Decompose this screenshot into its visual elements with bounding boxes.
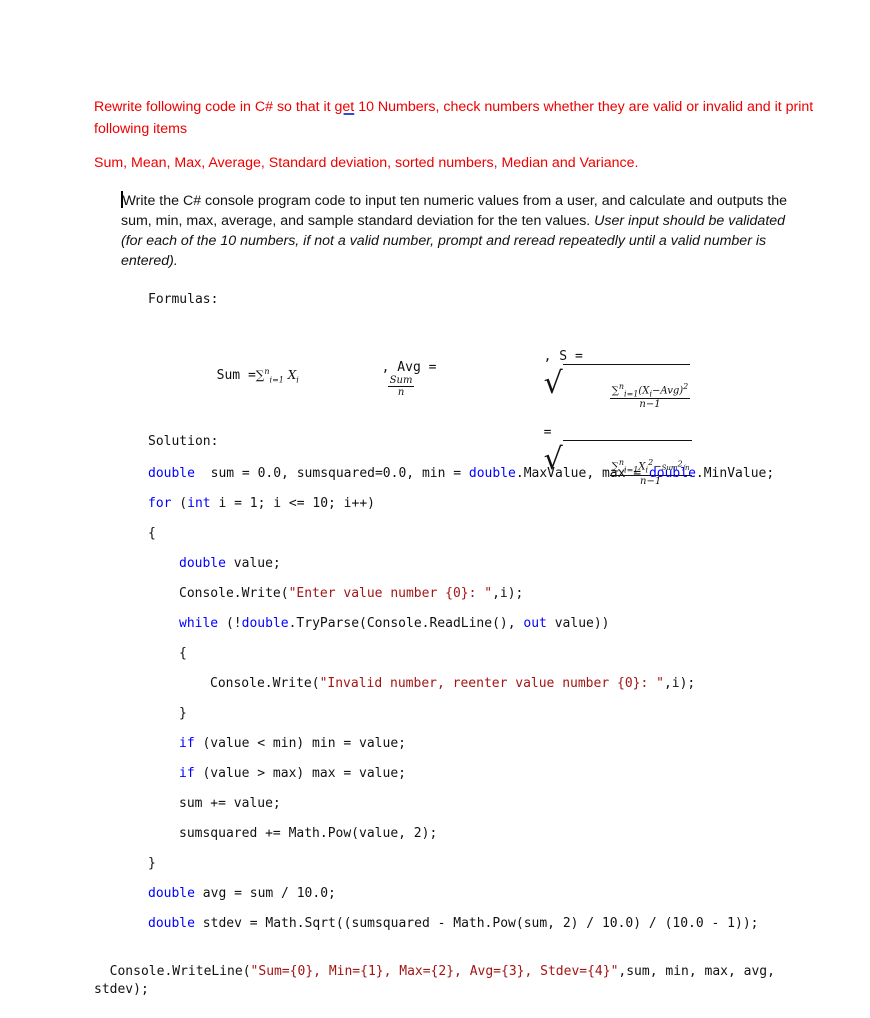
stdev-denominator-1: n−1 xyxy=(639,399,661,411)
avg-label: , Avg = xyxy=(381,360,437,375)
equals-sign: = xyxy=(543,425,552,441)
code-text: value)) xyxy=(546,616,610,631)
code-keyword: out xyxy=(523,616,547,631)
stdev-numerator-1: ∑ni=1(Xi−Avg)2 xyxy=(609,382,691,400)
code-text: value; xyxy=(225,556,281,571)
code-text: } xyxy=(148,856,156,871)
stdev-fraction-1: ∑ni=1(Xi−Avg)2 n−1 xyxy=(609,382,691,411)
code-line: { xyxy=(148,525,156,543)
code-keyword: while xyxy=(179,616,219,631)
code-text: (value > max) max = value; xyxy=(194,766,406,781)
code-line: Console.Write("Enter value number {0}: "… xyxy=(179,585,523,603)
code-text: { xyxy=(179,646,187,661)
code-keyword: double xyxy=(179,556,226,571)
code-line: double value; xyxy=(179,555,281,573)
code-keyword: for xyxy=(148,496,172,511)
code-text: sumsquared += Math.Pow(value, 2); xyxy=(179,826,438,841)
requirement-items: Sum, Mean, Max, Average, Standard deviat… xyxy=(94,155,639,171)
code-keyword: if xyxy=(179,766,195,781)
code-text: Console.Write( xyxy=(179,586,289,601)
code-line: if (value < min) min = value; xyxy=(179,735,406,753)
code-line: if (value > max) max = value; xyxy=(179,765,406,783)
code-line: double avg = sum / 10.0; xyxy=(148,885,336,903)
code-keyword: double xyxy=(468,466,516,481)
code-keyword: double xyxy=(148,916,195,931)
code-text: i = 1; i <= 10; i++) xyxy=(210,496,375,511)
code-text: .TryParse(Console.ReadLine(), xyxy=(288,616,524,631)
s-label: , S = xyxy=(543,349,583,364)
requirement-text: Rewrite following code in C# so that it … xyxy=(94,96,814,140)
code-keyword: if xyxy=(179,736,195,751)
code-text: ,i); xyxy=(492,586,524,601)
code-string: "Enter value number {0}: " xyxy=(288,586,493,601)
writeline-continuation: stdev); xyxy=(94,982,149,997)
code-line-writeline: Console.WriteLine("Sum={0}, Min={1}, Max… xyxy=(94,945,775,999)
code-string: "Sum={0}, Min={1}, Max={2}, Avg={3}, Std… xyxy=(250,964,619,979)
code-line: Console.Write("Invalid number, reenter v… xyxy=(210,675,695,693)
sqrt-1: √ ∑ni=1(Xi−Avg)2 n−1 xyxy=(544,364,691,425)
code-text: { xyxy=(148,526,156,541)
code-text: ,i); xyxy=(663,676,696,691)
requirement-text-part: Rewrite following code in C# so that it xyxy=(94,99,335,115)
formulas-heading: Formulas: xyxy=(148,292,219,307)
code-text: avg = sum / 10.0; xyxy=(194,886,336,901)
avg-denominator: n xyxy=(397,387,405,398)
avg-numerator: Sum xyxy=(387,375,415,387)
code-text: sum = 0.0, sumsquared=0.0, min = xyxy=(194,466,469,481)
code-text: .MaxValue, max = xyxy=(515,466,649,481)
code-text: Console.Write( xyxy=(210,676,320,691)
sum-label: Sum = xyxy=(216,368,256,383)
code-text: } xyxy=(179,706,187,721)
code-line: for (int i = 1; i <= 10; i++) xyxy=(148,495,375,513)
code-text: ,sum, min, max, avg, xyxy=(618,964,775,979)
code-line: { xyxy=(179,645,187,663)
code-line: } xyxy=(148,855,156,873)
avg-fraction: Sum n xyxy=(387,375,415,398)
sum-formula: Sum =∑ni=1 Xi xyxy=(216,367,299,385)
code-line: sum += value; xyxy=(179,795,281,813)
code-keyword: double xyxy=(148,466,195,481)
spellcheck-word[interactable]: get xyxy=(335,99,355,115)
code-line: } xyxy=(179,705,187,723)
code-text: Console.WriteLine( xyxy=(109,964,251,979)
code-line: sumsquared += Math.Pow(value, 2); xyxy=(179,825,437,843)
avg-formula: , Avg = Sum n xyxy=(366,345,437,398)
code-keyword: double xyxy=(148,886,195,901)
code-line: double sum = 0.0, sumsquared=0.0, min = … xyxy=(148,465,774,483)
code-text: .MinValue; xyxy=(695,466,775,481)
code-line: while (!double.TryParse(Console.ReadLine… xyxy=(179,615,610,633)
code-keyword: int xyxy=(187,496,211,511)
solution-heading: Solution: xyxy=(148,434,219,449)
code-string: "Invalid number, reenter value number {0… xyxy=(319,676,664,691)
code-line: double stdev = Math.Sqrt((sumsquared - M… xyxy=(148,915,759,933)
code-keyword: double xyxy=(241,616,289,631)
code-text: sum += value; xyxy=(179,796,281,811)
writeline-tokens: Console.WriteLine("Sum={0}, Min={1}, Max… xyxy=(110,964,775,979)
task-description: Write the C# console program code to inp… xyxy=(121,191,801,271)
code-text: stdev = Math.Sqrt((sumsquared - Math.Pow… xyxy=(194,916,759,931)
code-text: (value < min) min = value; xyxy=(194,736,406,751)
code-keyword: double xyxy=(648,466,696,481)
code-text: (! xyxy=(218,616,242,631)
code-text: ( xyxy=(171,496,188,511)
